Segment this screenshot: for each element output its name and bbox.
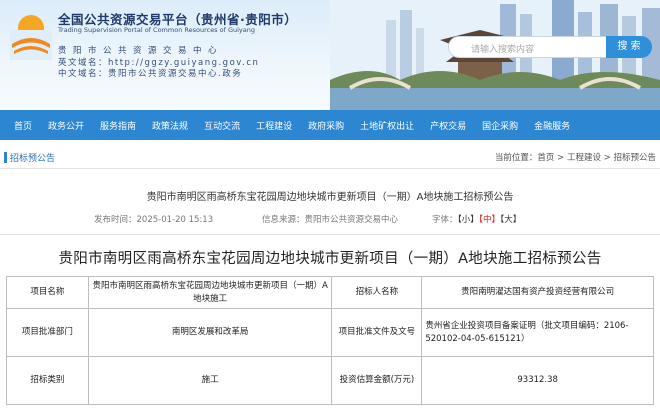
table-cell-label: 招标人名称 — [331, 276, 423, 309]
table-row: 项目批准部门 南明区发展和改革局 项目批准文件及文号 贵州省企业投资项目备案证明… — [6, 308, 654, 357]
divider — [0, 234, 660, 235]
domain-cn: 中文域名：贵阳市公共资源交易中心.政务 — [58, 69, 243, 79]
table-cell-value: 贵阳市南明区雨高桥东宝花园周边地块城市更新项目（一期）A地块施工 — [87, 276, 333, 309]
nav-item-gov-affairs[interactable]: 政务公开 — [40, 119, 92, 132]
search-button[interactable]: 搜 索 — [606, 36, 652, 58]
table-cell-label: 项目批准文件及文号 — [331, 308, 423, 357]
breadcrumb-engineering[interactable]: 工程建设 — [567, 153, 601, 163]
nav-item-land-mining[interactable]: 土地矿权出让 — [352, 119, 422, 132]
search-input[interactable]: 请输入搜索内容 — [448, 36, 610, 58]
table-cell-value: 南明区发展和改革局 — [87, 308, 333, 357]
center-name: 贵阳市公共资源交易中心 — [58, 46, 224, 56]
nav-item-home[interactable]: 首页 — [0, 119, 40, 132]
nav-item-interaction[interactable]: 互动交流 — [196, 119, 248, 132]
article-meta: 发布时间：2025-01-20 15:13 信息来源：贵阳市公共资源交易中心 字… — [0, 213, 660, 227]
article-title: 贵阳市南明区雨高桥东宝花园周边地块城市更新项目（一期）A地块施工招标预公告 — [146, 192, 514, 203]
project-info-table: 项目名称 贵阳市南明区雨高桥东宝花园周边地块城市更新项目（一期）A地块施工 招标… — [6, 276, 654, 405]
table-cell-label: 招标类别 — [6, 356, 89, 405]
section-marker-icon — [4, 152, 7, 163]
table-row: 招标类别 施工 投资估算金额(万元) 93312.38 — [6, 356, 654, 405]
table-cell-value: 93312.38 — [421, 356, 654, 405]
breadcrumb: 当前位置：首页 > 工程建设 > 招标预公告 — [494, 153, 656, 163]
location-bar: 招标预公告 当前位置：首页 > 工程建设 > 招标预公告 — [0, 147, 660, 169]
nav-item-property[interactable]: 产权交易 — [422, 119, 474, 132]
platform-logo-icon — [10, 15, 52, 60]
table-row: 项目名称 贵阳市南明区雨高桥东宝花园周边地块城市更新项目（一期）A地块施工 招标… — [6, 276, 654, 309]
nav-item-policy[interactable]: 政策法规 — [144, 119, 196, 132]
nav-item-finance[interactable]: 金融服务 — [526, 119, 578, 132]
breadcrumb-prefix: 当前位置： — [494, 153, 538, 163]
font-large-button[interactable]: 【大】 — [500, 215, 521, 225]
info-source: 信息来源：贵阳市公共资源交易中心 — [262, 215, 399, 225]
main-nav: 首页 政务公开 服务指南 政策法规 互动交流 工程建设 政府采购 土地矿权出让 … — [0, 110, 660, 140]
nav-item-gov-procurement[interactable]: 政府采购 — [300, 119, 352, 132]
nav-item-soe-procurement[interactable]: 国企采购 — [474, 119, 526, 132]
table-cell-value: 贵州省企业投资项目备案证明（批文项目编码：2106-520102-04-05-6… — [421, 308, 654, 357]
nav-item-engineering[interactable]: 工程建设 — [248, 119, 300, 132]
table-cell-value: 施工 — [87, 356, 333, 405]
publish-time: 发布时间：2025-01-20 15:13 — [94, 215, 214, 225]
breadcrumb-pre-notice[interactable]: 招标预公告 — [613, 153, 656, 163]
site-header: 全国公共资源交易平台（贵州省·贵阳市） Trading Supervision … — [0, 0, 660, 110]
site-subtitle-en: Trading Supervision Portal of Common Res… — [58, 26, 256, 34]
table-cell-label: 投资估算金额(万元) — [331, 356, 423, 405]
section-label: 招标预公告 — [4, 151, 55, 164]
breadcrumb-home[interactable]: 首页 — [537, 153, 554, 163]
font-size-switcher: 字体：【小】【中】【大】 — [432, 215, 522, 225]
announcement-heading: 贵阳市南明区雨高桥东宝花园周边地块城市更新项目（一期）A地块施工招标预公告 — [58, 251, 602, 267]
table-cell-value: 贵阳南明濯达国有资产投资经营有限公司 — [421, 276, 654, 309]
table-cell-label: 项目名称 — [6, 276, 89, 309]
font-medium-button[interactable]: 【中】 — [479, 215, 500, 225]
nav-item-service-guide[interactable]: 服务指南 — [92, 119, 144, 132]
font-small-button[interactable]: 【小】 — [458, 215, 479, 225]
table-cell-label: 项目批准部门 — [6, 308, 89, 357]
